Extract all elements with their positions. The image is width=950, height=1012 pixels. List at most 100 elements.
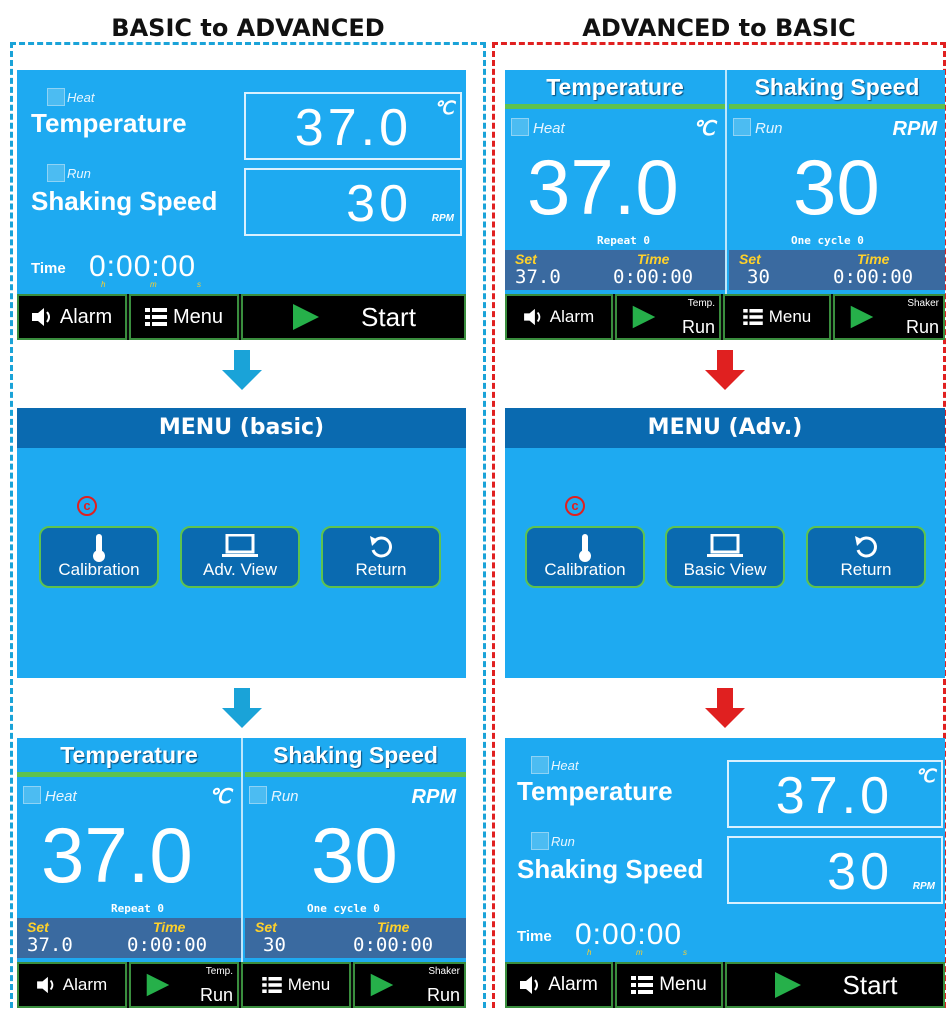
- seconds-marker: s: [683, 948, 687, 957]
- shaking-set-bar: Set Time 30 0:00:00: [245, 918, 466, 958]
- temperature-time-value: 0:00:00: [613, 266, 694, 288]
- calibration-mark: c: [565, 496, 585, 516]
- calibration-label: Calibration: [544, 560, 626, 579]
- set-temperature-value: 37.0: [27, 934, 73, 956]
- run-checkbox[interactable]: [531, 832, 549, 850]
- shaker-run-label: Run: [426, 985, 460, 1005]
- rpm-value: 30: [311, 811, 398, 899]
- time-label: Time: [377, 919, 410, 935]
- heat-checkbox[interactable]: [23, 786, 41, 804]
- run-checkbox[interactable]: [733, 118, 751, 136]
- menu-basic-title: MENU (basic): [17, 408, 466, 448]
- menu-basic-screen: MENU (basic) c Calibration Adv. View Ret…: [17, 408, 466, 678]
- start-button[interactable]: Start: [241, 294, 466, 340]
- run-label: Run: [271, 788, 299, 805]
- temperature-value: 37.0: [294, 99, 412, 157]
- run-checkbox[interactable]: [47, 164, 65, 182]
- temperature-set-bar: Set Time 37.0 0:00:00: [505, 250, 725, 290]
- thermometer-icon: [93, 534, 105, 562]
- temperature-label: Temperature: [517, 776, 673, 806]
- calibration-button[interactable]: Calibration: [525, 526, 645, 588]
- heat-checkbox[interactable]: [531, 756, 549, 774]
- temperature-time-value: 0:00:00: [127, 934, 208, 956]
- play-icon: [632, 305, 656, 329]
- adv-view-button[interactable]: Adv. View: [180, 526, 300, 588]
- time-value: 0:00:00: [89, 250, 197, 283]
- menu-button[interactable]: Menu: [129, 294, 239, 340]
- shaking-time-value: 0:00:00: [353, 934, 434, 956]
- basic-screen-top: Heat Temperature 37.0 ℃ Run Shaking Spee…: [17, 70, 466, 340]
- temperature-value-box[interactable]: 37.0 ℃: [727, 760, 943, 828]
- heat-label: Heat: [533, 120, 565, 137]
- temp-run-button[interactable]: Temp. Run: [129, 962, 239, 1008]
- arrow-down-icon: [222, 350, 262, 390]
- temperature-value: 37.0: [775, 767, 893, 825]
- menu-button[interactable]: Menu: [241, 962, 351, 1008]
- cycle-text: One cycle 0: [307, 902, 380, 915]
- temperature-set-bar: Set Time 37.0 0:00:00: [17, 918, 241, 958]
- rpm-unit: RPM: [431, 213, 454, 224]
- play-icon: [370, 973, 394, 997]
- cycle-text: One cycle 0: [791, 234, 864, 247]
- play-icon: [774, 972, 801, 998]
- temp-run-button[interactable]: Temp. Run: [615, 294, 721, 340]
- time-value: 0:00:00: [575, 918, 683, 951]
- return-icon: [855, 536, 877, 558]
- list-icon: [261, 977, 282, 993]
- minutes-marker: m: [150, 280, 157, 289]
- basic-screen-bottom: Heat Temperature 37.0 ℃ Run Shaking Spee…: [505, 738, 945, 1008]
- alarm-button[interactable]: Alarm: [17, 962, 127, 1008]
- calibration-button[interactable]: Calibration: [39, 526, 159, 588]
- run-label: Run: [755, 120, 783, 137]
- arrow-down-icon: [705, 688, 745, 728]
- run-checkbox[interactable]: [249, 786, 267, 804]
- repeat-text: Repeat 0: [597, 234, 650, 247]
- hours-marker: h: [587, 948, 592, 957]
- alarm-button[interactable]: Alarm: [505, 962, 613, 1008]
- shaker-run-small-label: Shaker: [428, 966, 460, 977]
- advanced-button-bar: Alarm Temp. Run Menu Shaker Run: [17, 962, 466, 1008]
- alarm-button[interactable]: Alarm: [505, 294, 613, 340]
- arrow-down-icon: [705, 350, 745, 390]
- start-button[interactable]: Start: [725, 962, 945, 1008]
- return-label: Return: [355, 560, 407, 579]
- menu-label: Menu: [287, 975, 331, 994]
- temperature-value-box[interactable]: 37.0 ℃: [244, 92, 462, 160]
- speaker-icon: [36, 976, 54, 994]
- heat-checkbox[interactable]: [47, 88, 65, 106]
- shaker-run-label: Run: [905, 317, 939, 337]
- shaker-run-button[interactable]: Shaker Run: [833, 294, 945, 340]
- play-icon: [850, 305, 874, 329]
- menu-button[interactable]: Menu: [615, 962, 723, 1008]
- speaker-icon: [520, 976, 539, 994]
- repeat-text: Repeat 0: [111, 902, 164, 915]
- title-right: ADVANCED to BASIC: [582, 14, 856, 42]
- temp-run-small-label: Temp.: [687, 298, 715, 309]
- seconds-marker: s: [197, 280, 201, 289]
- laptop-icon: [222, 534, 258, 557]
- return-button[interactable]: Return: [321, 526, 441, 588]
- alarm-button[interactable]: Alarm: [17, 294, 127, 340]
- return-button[interactable]: Return: [806, 526, 926, 588]
- shaker-run-button[interactable]: Shaker Run: [353, 962, 466, 1008]
- heat-checkbox[interactable]: [511, 118, 529, 136]
- arrow-down-icon: [222, 688, 262, 728]
- run-label: Run: [67, 166, 91, 181]
- temperature-unit: ℃: [692, 118, 715, 140]
- start-label: Start: [842, 969, 898, 1000]
- rpm-value: 30: [793, 143, 880, 231]
- shaking-value-box[interactable]: 30 RPM: [727, 836, 943, 904]
- start-label: Start: [361, 301, 416, 332]
- set-label: Set: [739, 251, 761, 267]
- temp-run-small-label: Temp.: [205, 966, 233, 977]
- temperature-header: Temperature: [546, 74, 684, 100]
- temperature-unit: ℃: [914, 766, 935, 786]
- menu-label: Menu: [768, 307, 812, 326]
- shaking-value-box[interactable]: 30 RPM: [244, 168, 462, 236]
- temperature-header-line: [17, 772, 241, 777]
- time-label: Time: [857, 251, 890, 267]
- basic-view-button[interactable]: Basic View: [665, 526, 785, 588]
- alarm-label: Alarm: [549, 307, 595, 326]
- temperature-header-line: [505, 104, 725, 109]
- menu-button[interactable]: Menu: [723, 294, 831, 340]
